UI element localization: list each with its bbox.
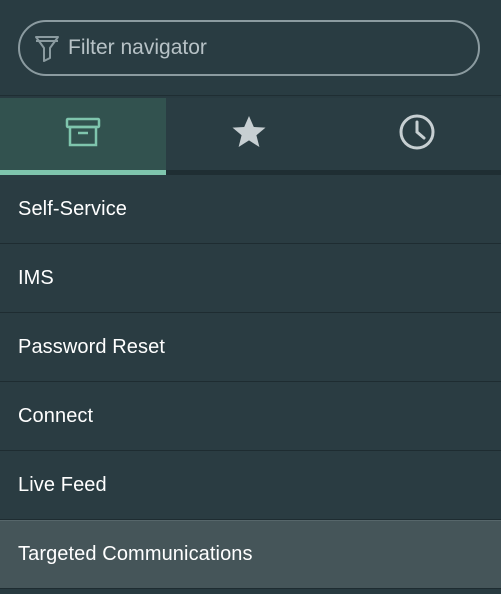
tab-history[interactable]: [332, 98, 501, 175]
tab-all-applications[interactable]: [0, 98, 166, 175]
filter-bar: [0, 0, 501, 96]
menu-item-ims[interactable]: IMS: [0, 244, 501, 313]
menu-item-label: Password Reset: [18, 335, 166, 358]
menu-item-live-feed[interactable]: Live Feed: [0, 451, 501, 520]
clock-icon: [398, 113, 436, 156]
menu-item-label: Self-Service: [18, 197, 128, 220]
menu-item-targeted-communications[interactable]: Targeted Communications: [0, 520, 501, 589]
menu-item-self-service[interactable]: Self-Service: [0, 175, 501, 244]
application-navigator: Self-Service IMS Password Reset Connect …: [0, 0, 501, 594]
menu-item-label: IMS: [18, 266, 54, 289]
archive-box-icon: [65, 116, 101, 153]
filter-input[interactable]: [68, 36, 448, 60]
filter-icon: [32, 33, 62, 63]
tab-favorites[interactable]: [166, 98, 332, 175]
star-icon: [230, 114, 268, 155]
filter-field[interactable]: [18, 20, 480, 76]
menu-item-connect[interactable]: Connect: [0, 382, 501, 451]
menu-item-password-reset[interactable]: Password Reset: [0, 313, 501, 382]
navigator-menu: Self-Service IMS Password Reset Connect …: [0, 175, 501, 589]
menu-item-label: Live Feed: [18, 473, 107, 496]
menu-item-label: Connect: [18, 404, 94, 427]
navigator-tabs: [0, 98, 501, 175]
menu-item-label: Targeted Communications: [18, 543, 253, 565]
